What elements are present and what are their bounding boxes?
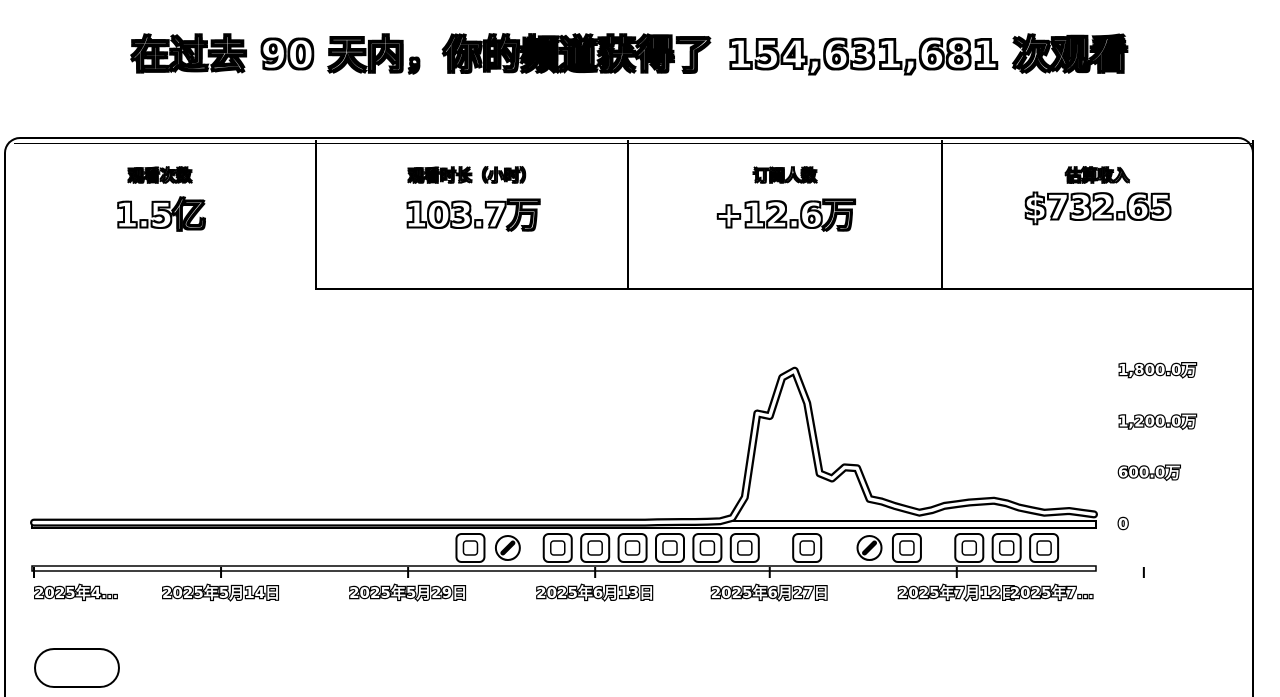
x-date-label: 2025年6月27日: [711, 584, 829, 602]
see-more-button[interactable]: [34, 648, 120, 688]
marker-thumbnail: [737, 540, 753, 556]
marker-thumbnail: [961, 540, 978, 556]
views-line-chart: 1,800.0万 1,200.0万 600.0万 0 2025年4... 2025年5月1…: [30, 360, 1198, 603]
y-tick-label: 600.0万: [1118, 464, 1180, 482]
y-tick-label: 1,800.0万: [1118, 361, 1197, 379]
marker-thumbnail: [662, 540, 678, 556]
x-date-label: 2025年7...: [1010, 584, 1094, 602]
series-line-outline: [30, 366, 1098, 527]
x-date-label: 2025年5月14日: [162, 584, 280, 602]
y-tick-label: 0: [1118, 515, 1128, 533]
marker-thumbnail: [624, 540, 641, 556]
x-axis-line: [31, 565, 1097, 572]
y-tick-label: 1,200.0万: [1118, 412, 1197, 430]
marker-thumbnail: [587, 540, 603, 556]
x-date-label: 2025年7月12日: [898, 584, 1016, 602]
marker-thumbnail: [799, 540, 815, 556]
series-line: [32, 368, 1096, 525]
marker-thumbnail: [998, 540, 1015, 556]
marker-thumbnail: [699, 540, 716, 556]
x-date-label: 2025年5月29日: [349, 584, 467, 602]
x-date-label: 2025年4...: [34, 584, 118, 602]
x-date-label: 2025年6月13日: [536, 584, 654, 602]
marker-thumbnail: [462, 540, 479, 556]
marker-thumbnail: [550, 540, 566, 556]
marker-thumbnail: [1036, 540, 1052, 556]
marker-thumbnail: [899, 540, 915, 556]
